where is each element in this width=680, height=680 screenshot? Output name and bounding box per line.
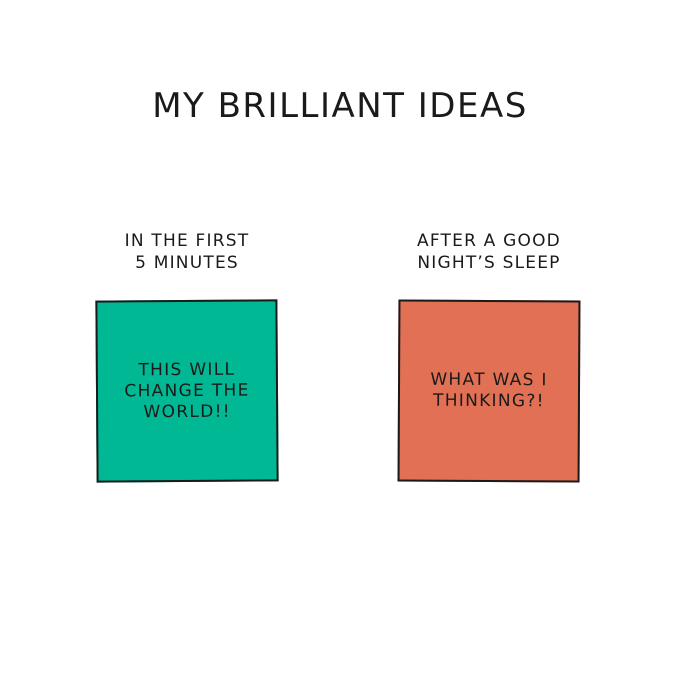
note-line: THINKING?! bbox=[432, 390, 545, 412]
caption-line: NIGHT’S SLEEP bbox=[417, 253, 561, 273]
note-line: WORLD!! bbox=[143, 401, 231, 422]
panel-first-five-minutes: IN THE FIRST 5 MINUTES THIS WILL CHANGE … bbox=[57, 230, 317, 483]
panel-caption: IN THE FIRST 5 MINUTES bbox=[57, 230, 317, 276]
sticky-note-green: THIS WILL CHANGE THE WORLD!! bbox=[95, 299, 279, 483]
sticky-note-text: WHAT WAS I THINKING?! bbox=[430, 370, 548, 413]
caption-line: AFTER A GOOD bbox=[417, 231, 561, 251]
caption-line: 5 MINUTES bbox=[135, 253, 239, 273]
note-line: THIS WILL bbox=[138, 359, 236, 380]
sticky-note-orange: WHAT WAS I THINKING?! bbox=[397, 299, 581, 483]
caption-line: IN THE FIRST bbox=[124, 231, 250, 251]
panel-caption: AFTER A GOOD NIGHT’S SLEEP bbox=[359, 230, 619, 276]
note-line: CHANGE THE bbox=[124, 380, 250, 401]
panel-after-sleep: AFTER A GOOD NIGHT’S SLEEP WHAT WAS I TH… bbox=[359, 230, 619, 483]
comic-title: MY BRILLIANT IDEAS bbox=[152, 86, 528, 126]
note-line: WHAT WAS I bbox=[430, 369, 548, 391]
sticky-note-text: THIS WILL CHANGE THE WORLD!! bbox=[124, 359, 250, 423]
